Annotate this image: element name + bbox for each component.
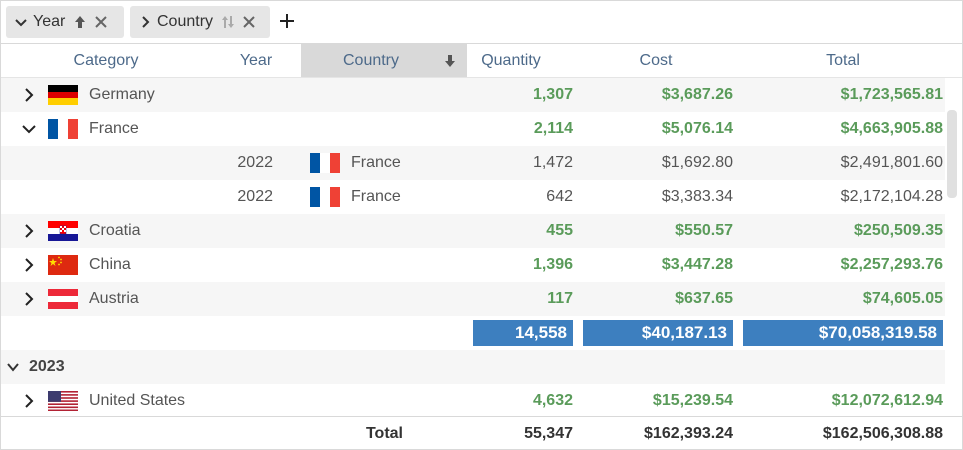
cost-value: $637.65: [675, 290, 733, 307]
quantity-value: 455: [546, 222, 573, 239]
country-name: Croatia: [89, 222, 141, 239]
close-icon[interactable]: [241, 14, 257, 30]
column-header-quantity[interactable]: Quantity: [471, 44, 551, 77]
quantity-value: 1,472: [532, 154, 573, 171]
column-header-country-label: Country: [342, 52, 400, 69]
table-row[interactable]: Germany 1,307 $3,687.26 $1,723,565.81: [1, 78, 945, 112]
cost-value: $3,383.34: [661, 188, 733, 205]
group-summary-row: 14,558 $40,187.13 $70,058,319.58: [1, 316, 945, 350]
summary-total: $70,058,319.58: [743, 320, 943, 346]
sort-both-icon[interactable]: [221, 14, 235, 30]
total-value: $12,072,612.94: [831, 392, 943, 409]
quantity-value: 4,632: [532, 392, 573, 409]
table-row[interactable]: Croatia 455 $550.57 $250,509.35: [1, 214, 945, 248]
france-flag-icon: [310, 187, 340, 207]
year-value: 2022: [237, 154, 273, 171]
quantity-value: 642: [546, 188, 573, 205]
total-value: $74,605.05: [862, 290, 943, 307]
country-name: France: [351, 154, 401, 171]
country-name: Germany: [89, 86, 155, 103]
total-value: $2,257,293.76: [840, 256, 943, 273]
table-row[interactable]: France 2,114 $5,076.14 $4,663,905.88: [1, 112, 945, 146]
total-value: $1,723,565.81: [840, 86, 943, 103]
quantity-value: 2,114: [533, 120, 573, 137]
total-value: $2,172,104.28: [840, 188, 943, 205]
country-name: Austria: [89, 290, 139, 307]
column-header-cost[interactable]: Cost: [581, 44, 731, 77]
group-panel: Year Country: [1, 1, 962, 44]
chevron-right-icon[interactable]: [21, 393, 37, 409]
france-flag-icon: [310, 153, 340, 173]
column-header-row: Category Year Country Quantity Cost Tota…: [1, 44, 962, 78]
column-header-category[interactable]: Category: [1, 44, 211, 77]
france-flag-icon: [48, 119, 78, 139]
sort-down-icon[interactable]: [444, 53, 456, 69]
total-value: $4,663,905.88: [840, 120, 943, 137]
table-row[interactable]: China 1,396 $3,447.28 $2,257,293.76: [1, 248, 945, 282]
chevron-right-icon[interactable]: [21, 257, 37, 273]
column-header-country[interactable]: Country: [301, 44, 467, 77]
group-row-2023[interactable]: 2023: [1, 350, 945, 384]
chevron-down-icon[interactable]: [13, 14, 29, 30]
total-value: $2,491,801.60: [840, 154, 943, 171]
country-name: China: [89, 256, 131, 273]
usa-flag-icon: [48, 391, 78, 411]
chevron-right-icon[interactable]: [21, 87, 37, 103]
add-group-icon[interactable]: [277, 11, 297, 31]
footer-total: $162,506,308.88: [822, 425, 943, 442]
cost-value: $550.57: [675, 222, 733, 239]
croatia-flag-icon: [48, 221, 78, 241]
germany-flag-icon: [48, 85, 78, 105]
year-value: 2022: [237, 188, 273, 205]
country-name: France: [351, 188, 401, 205]
cost-value: $3,447.28: [661, 256, 733, 273]
cost-value: $3,687.26: [661, 86, 733, 103]
totals-footer: Total 55,347 $162,393.24 $162,506,308.88: [1, 416, 962, 449]
summary-quantity: 14,558: [473, 320, 573, 346]
data-grid: Year Country Category Year Country Quant…: [0, 0, 963, 450]
vertical-scrollbar[interactable]: [947, 110, 957, 198]
china-flag-icon: [48, 255, 78, 275]
table-row[interactable]: 2022 France 642 $3,383.34 $2,172,104.28: [1, 180, 945, 214]
table-row[interactable]: Austria 117 $637.65 $74,605.05: [1, 282, 945, 316]
group-chip-year[interactable]: Year: [6, 6, 124, 38]
close-icon[interactable]: [93, 14, 109, 30]
chevron-down-icon[interactable]: [21, 121, 37, 137]
table-row[interactable]: 2022 France 1,472 $1,692.80 $2,491,801.6…: [1, 146, 945, 180]
country-name: France: [89, 120, 139, 137]
quantity-value: 1,307: [532, 86, 573, 103]
table-row[interactable]: United States 4,632 $15,239.54 $12,072,6…: [1, 384, 945, 418]
country-name: United States: [89, 392, 186, 409]
cost-value: $5,076.14: [661, 120, 733, 137]
quantity-value: 1,396: [532, 256, 573, 273]
group-chip-label: Year: [33, 13, 66, 30]
group-chip-country[interactable]: Country: [130, 6, 270, 38]
footer-cost: $162,393.24: [644, 425, 733, 442]
column-header-total[interactable]: Total: [741, 44, 945, 77]
sort-up-icon[interactable]: [73, 14, 87, 30]
footer-quantity: 55,347: [524, 425, 573, 442]
cost-value: $1,692.80: [661, 154, 733, 171]
cost-value: $15,239.54: [652, 392, 733, 409]
chevron-right-icon[interactable]: [21, 223, 37, 239]
chevron-right-icon[interactable]: [137, 14, 153, 30]
footer-label: Total: [365, 425, 403, 442]
column-header-year[interactable]: Year: [211, 44, 301, 77]
chevron-down-icon[interactable]: [7, 361, 19, 373]
austria-flag-icon: [48, 289, 78, 309]
group-chip-label: Country: [157, 13, 214, 30]
total-value: $250,509.35: [854, 222, 943, 239]
chevron-right-icon[interactable]: [21, 291, 37, 307]
group-label: 2023: [29, 358, 65, 375]
quantity-value: 117: [547, 290, 573, 307]
summary-cost: $40,187.13: [583, 320, 733, 346]
